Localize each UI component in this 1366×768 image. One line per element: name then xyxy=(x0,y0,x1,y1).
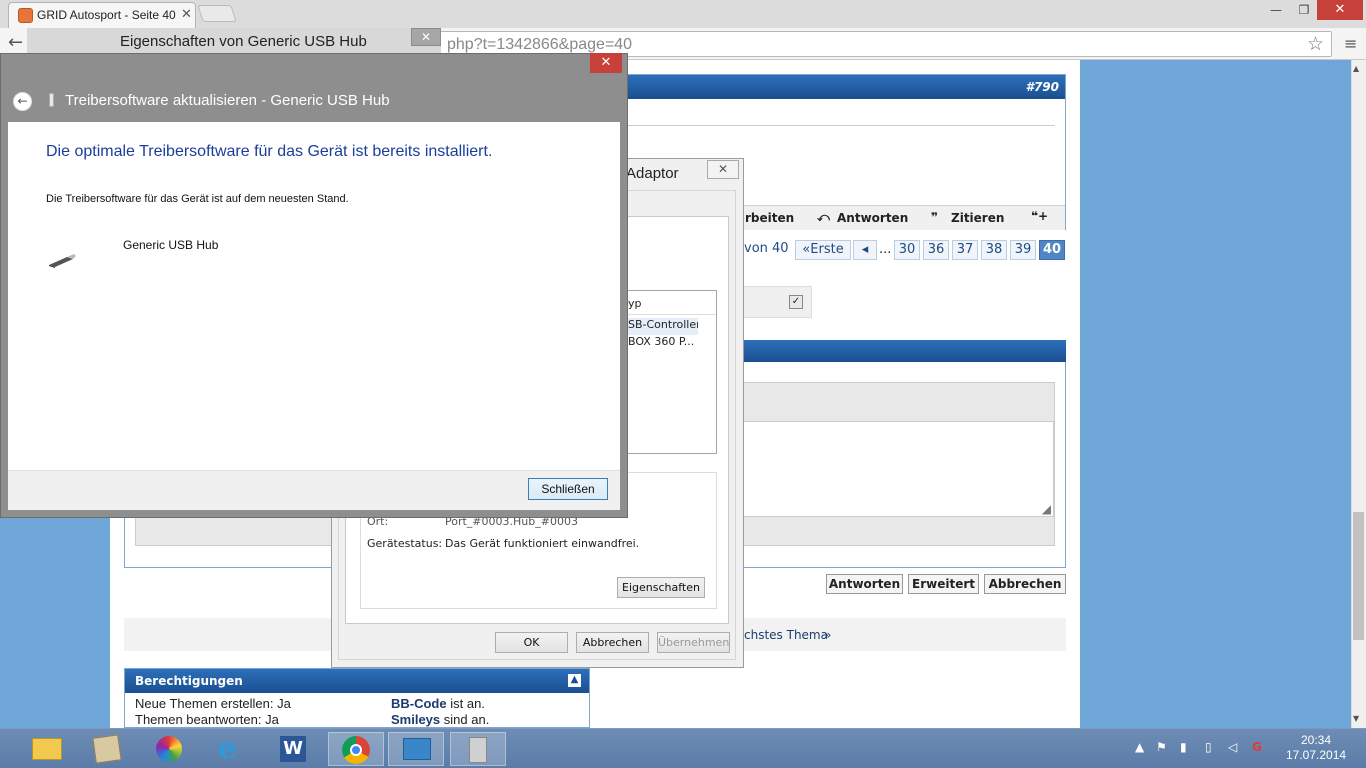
advanced-button[interactable]: Erweitert xyxy=(908,574,979,594)
permissions-box: Berechtigungen ▲ Neue Themen erstellen: … xyxy=(124,668,590,728)
reply-icon: ⤺ xyxy=(817,210,830,224)
minimize-button[interactable]: — xyxy=(1262,0,1290,20)
device-properties-button[interactable]: Eigenschaften xyxy=(617,577,705,598)
file-explorer-icon[interactable] xyxy=(18,732,74,766)
reply-submit-button[interactable]: Antworten xyxy=(826,574,903,594)
status-label: Gerätestatus: xyxy=(367,537,443,550)
bbcode-link[interactable]: BB-Code xyxy=(391,696,447,711)
collapse-icon[interactable]: ▲ xyxy=(568,674,581,687)
cancel-reply-button[interactable]: Abbrechen xyxy=(984,574,1066,594)
tab-title: GRID Autosport - Seite 40 xyxy=(37,8,176,22)
permission-new-threads: Neue Themen erstellen: Ja xyxy=(135,696,291,711)
network-signal-icon[interactable]: ▮ xyxy=(1180,740,1187,754)
device-list[interactable]: yp SB-Controller BOX 360 P... xyxy=(627,290,717,454)
favicon-icon xyxy=(18,8,33,23)
device-manager-icon[interactable] xyxy=(80,732,136,766)
page-link[interactable]: 36 xyxy=(923,240,949,260)
driver-dialog-close-button[interactable]: ✕ xyxy=(590,53,622,73)
smileys-status: sind an. xyxy=(443,712,490,727)
page-ellipsis: ... xyxy=(879,242,892,257)
bookmark-star-icon[interactable]: ☆ xyxy=(1307,33,1324,55)
chrome-menu-icon[interactable]: ≡ xyxy=(1344,34,1357,53)
apply-button: Übernehmen xyxy=(657,632,730,653)
cancel-button[interactable]: Abbrechen xyxy=(576,632,649,653)
control-panel-icon[interactable] xyxy=(388,732,444,766)
tab-close-icon[interactable]: ✕ xyxy=(181,7,192,22)
resize-handle-icon[interactable]: ◢ xyxy=(1042,502,1051,516)
page-link[interactable]: 30 xyxy=(894,240,920,260)
checkbox-icon[interactable]: ✓ xyxy=(789,295,803,309)
volume-icon[interactable]: ◁ xyxy=(1228,740,1237,754)
ok-button[interactable]: OK xyxy=(495,632,568,653)
taskbar-clock[interactable]: 20:34 17.07.2014 xyxy=(1286,733,1346,763)
page-count-label: von 40 xyxy=(744,241,789,256)
smileys-link[interactable]: Smileys xyxy=(391,712,440,727)
word-icon[interactable]: W xyxy=(266,732,322,766)
page-link[interactable]: 39 xyxy=(1010,240,1036,260)
permissions-header: Berechtigungen ▲ xyxy=(125,669,589,693)
quote-icon: ❞ xyxy=(931,210,939,224)
picasa-icon[interactable] xyxy=(142,732,198,766)
usb-device-icon[interactable] xyxy=(450,732,506,766)
list-item[interactable]: SB-Controller xyxy=(628,318,698,335)
scrollbar-thumb[interactable] xyxy=(1353,512,1364,640)
next-thread-arrow: » xyxy=(824,628,832,642)
usb-hub-properties-close-button[interactable]: ✕ xyxy=(411,28,441,46)
page-first-label: Erste xyxy=(810,242,844,257)
list-item[interactable]: BOX 360 P... xyxy=(628,335,716,352)
show-hidden-icons[interactable]: ▲ xyxy=(1135,740,1144,754)
bbcode-status: ist an. xyxy=(450,696,485,711)
list-header-type: yp xyxy=(628,297,642,310)
driver-dialog-body xyxy=(8,122,620,470)
internet-explorer-icon[interactable]: e xyxy=(204,732,260,766)
status-value: Das Gerät funktioniert einwandfrei. xyxy=(445,537,640,550)
page-first-button[interactable]: «Erste xyxy=(795,240,851,260)
usb-plug-icon xyxy=(49,93,54,107)
maximize-button[interactable]: ❐ xyxy=(1290,0,1318,20)
window-close-button[interactable]: ✕ xyxy=(1317,0,1363,20)
usb-hub-properties-title: Eigenschaften von Generic USB Hub xyxy=(120,33,367,50)
driver-status-detail: Die Treibersoftware für das Gerät ist au… xyxy=(46,193,349,205)
new-tab-button[interactable] xyxy=(197,5,237,22)
quote-button[interactable]: Zitieren xyxy=(951,211,1004,225)
antivirus-icon[interactable]: G xyxy=(1252,740,1262,754)
close-button[interactable]: Schließen xyxy=(528,478,608,500)
clock-time: 20:34 xyxy=(1300,733,1332,747)
list-header: yp xyxy=(628,291,716,315)
next-thread-link[interactable]: chstes Thema xyxy=(744,628,828,642)
reply-button[interactable]: Antworten xyxy=(837,211,908,225)
power-icon[interactable]: ▯ xyxy=(1205,740,1212,754)
scroll-up-icon[interactable]: ▲ xyxy=(1353,64,1359,73)
multiquote-icon[interactable]: ❝+ xyxy=(1031,209,1048,223)
page-prev-button[interactable]: ◂ xyxy=(853,240,877,260)
driver-status-heading: Die optimale Treibersoftware für das Ger… xyxy=(46,143,493,160)
action-center-flag-icon[interactable]: ⚑ xyxy=(1156,740,1167,754)
usb-device-icon xyxy=(49,254,76,268)
clock-date: 17.07.2014 xyxy=(1286,748,1347,762)
properties-dialog-title: Adaptor xyxy=(626,165,679,182)
back-button-icon[interactable]: ← xyxy=(13,92,32,111)
properties-close-button[interactable]: ✕ xyxy=(707,160,739,179)
driver-dialog-header: Treibersoftware aktualisieren - Generic … xyxy=(65,92,390,109)
permission-bbcode: BB-Code ist an. xyxy=(391,696,485,711)
permission-smileys: Smileys sind an. xyxy=(391,712,489,727)
back-arrow-icon[interactable]: ← xyxy=(8,32,23,53)
edit-button[interactable]: rbeiten xyxy=(745,211,794,225)
browser-tab[interactable]: GRID Autosport - Seite 40 ✕ xyxy=(8,2,196,28)
browser-tabstrip: GRID Autosport - Seite 40 ✕ — ❐ ✕ xyxy=(0,0,1366,28)
chrome-icon[interactable] xyxy=(328,732,384,766)
page-link[interactable]: 37 xyxy=(952,240,978,260)
scroll-down-icon[interactable]: ▼ xyxy=(1353,714,1359,723)
permission-reply: Themen beantworten: Ja xyxy=(135,712,279,727)
post-number[interactable]: #790 xyxy=(1026,80,1059,94)
page-current: 40 xyxy=(1039,240,1065,260)
page-link[interactable]: 38 xyxy=(981,240,1007,260)
device-name: Generic USB Hub xyxy=(123,238,219,252)
permissions-title: Berechtigungen xyxy=(135,674,243,688)
url-text: php?t=1342866&page=40 xyxy=(447,36,633,53)
